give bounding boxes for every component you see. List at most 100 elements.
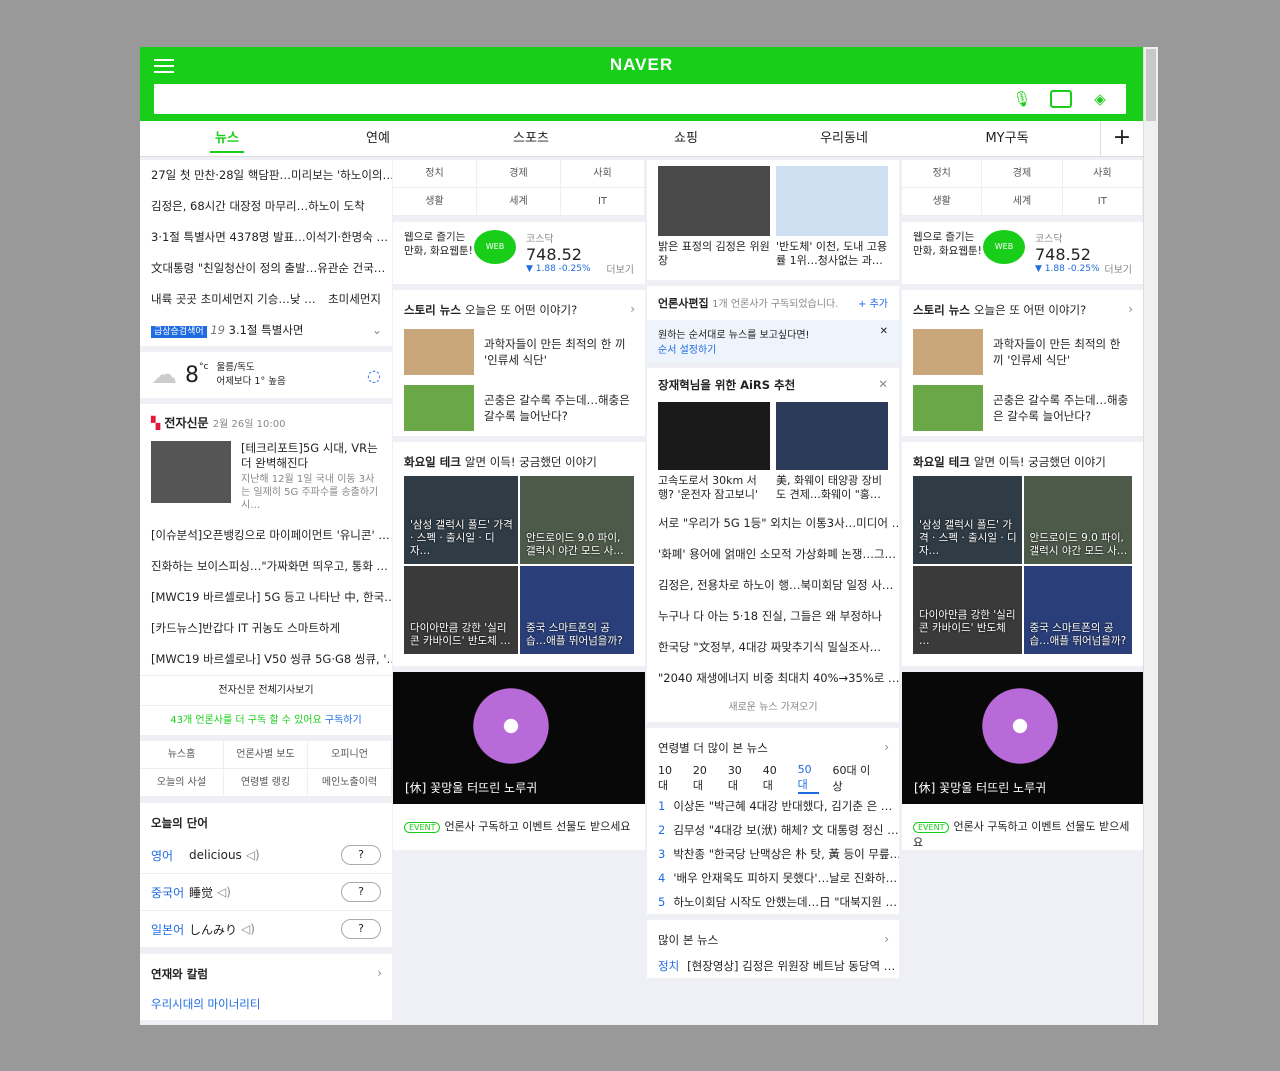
tech-tile[interactable]: 중국 스마트폰의 공습…애플 뛰어넘을까? [1023,566,1132,654]
press-item[interactable]: [카드뉴스]반갑다 IT 귀농도 스마트하게 [140,613,392,644]
story-item[interactable]: 곤충은 갈수록 주는데…해충은 갈수록 늘어난다? [393,380,645,436]
speaker-icon[interactable]: ◁) [217,885,231,899]
side-tag[interactable]: 초미세먼지 [328,284,381,315]
press-item[interactable]: [MWC19 바르셀로나] V50 씽큐 5G·G8 씽큐, '… [140,644,392,675]
airs-item[interactable]: 한국당 "文정부, 4대강 짜맞추기식 밀실조사… [647,632,899,663]
category-world[interactable]: 세계 [982,188,1063,216]
mic-icon[interactable]: 🎙 [1012,90,1032,108]
age-tab[interactable]: 20대 [693,764,714,793]
tech-tile[interactable]: 중국 스마트폰의 공습…애플 뛰어넘을까? [520,566,634,654]
quiz-button[interactable]: ? [341,882,381,902]
close-icon[interactable]: ✕ [880,326,888,337]
tab-shopping[interactable]: 쇼핑 [668,127,704,153]
age-tab[interactable]: 60대 이상 [833,762,874,794]
story-item[interactable]: 과학자들이 만든 최적의 한 끼 '인류세 식단' [393,324,645,380]
airs-item[interactable]: "2040 재생에너지 비중 최대치 40%→35%로 … [647,663,899,694]
press-name[interactable]: 전자신문 [164,416,208,430]
more-news-button[interactable]: 새로운 뉴스 가져오기 [647,694,899,722]
airs-item[interactable]: '화폐' 용어에 얽매인 소모적 가상화폐 논쟁…그… [647,539,899,570]
kosdaq-more-link[interactable]: 더보기 [606,261,634,276]
category-politics[interactable]: 정치 [902,160,983,188]
headline-item[interactable]: 내륙 곳곳 초미세먼지 기승…낮 … 초미세먼지 [140,284,392,315]
event-banner[interactable]: EVENT 언론사 구독하고 이벤트 선물도 받으세요 [902,804,1143,850]
chevron-down-icon[interactable]: ⌄ [372,315,382,346]
kosdaq-widget[interactable]: 코스닥 748.52 ▼ 1.88 -0.25% [526,230,591,276]
tab-entertainment[interactable]: 연예 [358,127,398,153]
speaker-icon[interactable]: ◁) [246,848,260,862]
photo-feature[interactable]: [休] 꽃망울 터뜨린 노루귀 [902,672,1143,804]
rank-item[interactable]: 4 '배우 안재욱도 피하지 못했다'…날로 진화하… [647,866,899,890]
category-world[interactable]: 세계 [477,188,561,216]
tech-tile[interactable]: 안드로이드 9.0 파이, 갤럭시 야간 모드 사… [520,476,634,564]
tech-tile[interactable]: 다이아만큼 강한 '실리콘 카바이드' 반도체 … [913,566,1022,654]
tab-my-subscription[interactable]: MY구독 [980,127,1034,153]
age-tab[interactable]: 10대 [658,764,679,793]
age-header[interactable]: 연령별 더 많이 본 뉴스 › [647,728,899,762]
airs-item[interactable]: 누구나 다 아는 5·18 진실, 그들은 왜 부정하나 [647,601,899,632]
category-economy[interactable]: 경제 [982,160,1063,188]
subscribe-link[interactable]: 구독하기 [325,715,362,726]
rank-item[interactable]: 3 박찬종 "한국당 난맥상은 朴 탓, 黃 등이 무릎… [647,842,899,866]
photo-feature[interactable]: [休] 꽃망울 터뜨린 노루귀 [393,672,645,804]
category-life[interactable]: 생활 [902,188,983,216]
column-item[interactable]: 우리시대의 마이너리티 [140,988,392,1020]
kosdaq-widget[interactable]: 코스닥 748.52 ▼ 1.88 -0.25% [1035,230,1100,276]
quiz-button[interactable]: ? [341,919,381,939]
story-item[interactable]: 곤충은 갈수록 주는데…해충은 갈수록 늘어난다? [902,380,1143,436]
airs-image-item[interactable]: 美, 화웨이 태양광 장비도 견제…화웨이 "홍… [776,402,888,502]
headline-item[interactable]: 27일 첫 만찬·28일 핵담판…미리보는 '하노이의… [140,160,392,191]
most-header[interactable]: 많이 본 뉴스 › [647,920,899,954]
event-banner[interactable]: EVENT 언론사 구독하고 이벤트 선물도 받으세요 [393,804,645,850]
search-input[interactable]: 🎙 ◈ [154,84,1126,114]
add-press-button[interactable]: + 추가 [858,295,888,310]
weather-widget[interactable]: ☁ 8 °c 울릉/독도 어제보다 1° 높음 ◌ [140,352,392,398]
age-tab[interactable]: 40대 [763,764,784,793]
category-society[interactable]: 사회 [561,160,645,188]
webtoon-promo[interactable]: 웹으로 즐기는 만화, 화요웹툰! [404,230,474,276]
kosdaq-more-link[interactable]: 더보기 [1104,261,1132,276]
age-tab[interactable]: 30대 [728,764,749,793]
tech-tile[interactable]: '삼성 갤럭시 폴드' 가격 · 스펙 · 출시일 · 디자… [913,476,1022,564]
column-header[interactable]: 연재와 칼럼 › [140,954,392,988]
tech-tile[interactable]: 안드로이드 9.0 파이, 갤럭시 야간 모드 사… [1023,476,1132,564]
menu-news-home[interactable]: 뉴스홈 [140,741,224,769]
scrollbar-thumb[interactable] [1146,49,1156,121]
press-item[interactable]: [이슈분석]오픈뱅킹으로 마이페이먼트 '유니콘' … [140,520,392,551]
airs-item[interactable]: 김정은, 전용차로 하노이 행…북미회담 일정 사… [647,570,899,601]
refresh-icon[interactable]: ◌ [367,366,381,385]
category-economy[interactable]: 경제 [477,160,561,188]
menu-age-ranking[interactable]: 연령별 랭킹 [224,769,308,797]
story-header[interactable]: 스토리 뉴스 오늘은 또 어떤 이야기? › [393,290,645,324]
press-item[interactable]: 진화하는 보이스피싱…"가짜화면 띄우고, 통화 … [140,551,392,582]
menu-press-report[interactable]: 언론사별 보도 [224,741,308,769]
press-lead[interactable]: [테크리포트]5G 시대, VR는 더 완벽해진다 지난해 12월 1일 국내 이… [140,437,392,520]
rank-item[interactable]: 1 이상돈 "박근혜 4대강 반대했다, 김기춘 은 … [647,794,899,818]
naver-logo[interactable]: NAVER [140,55,1143,75]
speaker-icon[interactable]: ◁) [241,922,255,936]
tab-sports[interactable]: 스포츠 [506,127,556,153]
tab-neighborhood[interactable]: 우리동네 [814,127,874,153]
menu-opinion[interactable]: 오피니언 [308,741,392,769]
category-politics[interactable]: 정치 [393,160,477,188]
airs-item[interactable]: 서로 "우리가 5G 1등" 외치는 이통3사…미디어 … [647,508,899,539]
top-news-item[interactable]: 밝은 표정의 김정은 위원장 [658,166,770,274]
menu-editorial[interactable]: 오늘의 사설 [140,769,224,797]
tab-news[interactable]: 뉴스 [210,127,244,153]
webtoon-icon[interactable]: WEB [983,230,1025,264]
story-item[interactable]: 과학자들이 만든 최적의 한 끼 '인류세 식단' [902,324,1143,380]
add-tab-button[interactable]: + [1100,121,1143,157]
press-item[interactable]: [MWC19 바르셀로나] 5G 등고 나타난 中, 한국… [140,582,392,613]
story-header[interactable]: 스토리 뉴스 오늘은 또 어떤 이야기? › [902,290,1143,324]
menu-main-history[interactable]: 메인노출이력 [308,769,392,797]
category-it[interactable]: IT [561,188,645,216]
location-icon[interactable]: ◈ [1090,90,1110,108]
rising-search[interactable]: 급상승검색어 19 3.1절 특별사면 ⌄ [140,315,392,346]
camera-search-icon[interactable] [1050,90,1072,108]
scrollbar[interactable] [1143,47,1158,1025]
most-item[interactable]: 정치 [현장영상] 김정은 위원장 베트남 동당역 … [647,954,899,978]
rank-item[interactable]: 5 하노이회담 시작도 안했는데…日 "대북지원 … [647,890,899,914]
webtoon-icon[interactable]: WEB [474,230,516,264]
webtoon-promo[interactable]: 웹으로 즐기는 만화, 화요웹툰! [913,230,983,276]
close-icon[interactable]: ✕ [878,377,888,391]
airs-image-item[interactable]: 고속도로서 30km 서행? '운전자 잠고보니' [658,402,770,502]
